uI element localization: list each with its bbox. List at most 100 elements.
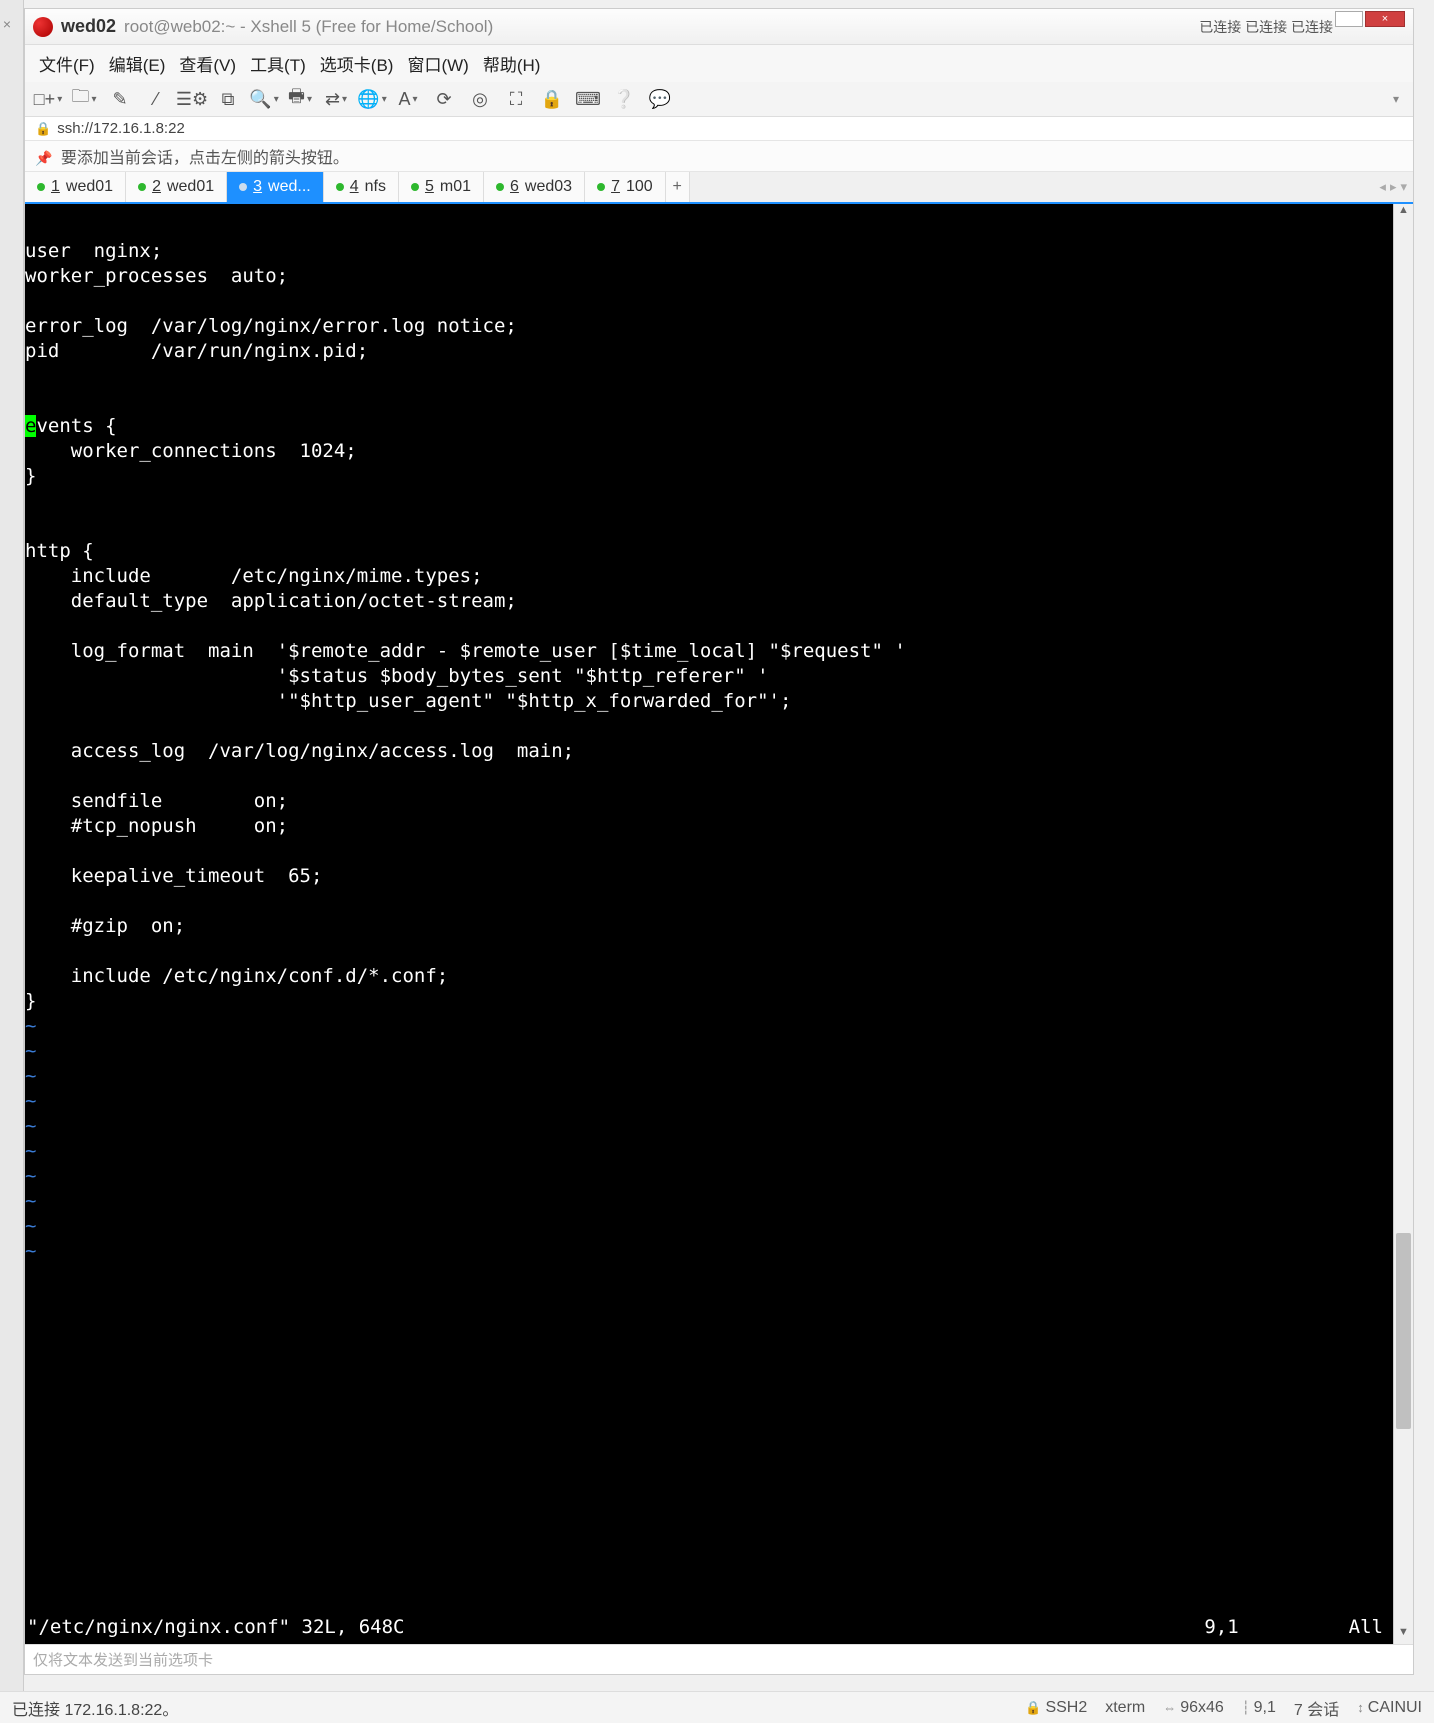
lock-status-icon: 🔒 [1025,1700,1041,1716]
tab-number: 4 [350,178,359,196]
status-pos: 9,1 [1254,1699,1276,1717]
status-ssh: SSH2 [1045,1699,1087,1717]
menu-item[interactable]: 窗口(W) [403,49,472,78]
lock-small-icon: 🔒 [35,121,51,137]
status-bar: 已连接 172.16.1.8:22。 🔒SSH2 xterm ⇔ 96x46 ┆9… [0,1691,1434,1723]
menu-item[interactable]: 文件(F) [35,49,99,78]
menu-item[interactable]: 工具(T) [246,49,310,78]
terminal[interactable]: user nginx; worker_processes auto; error… [25,204,1393,1644]
title-bar: wed02 root@web02:~ - Xshell 5 (Free for … [25,9,1413,45]
session-tab[interactable]: 6 wed03 [484,172,585,202]
tab-label: m01 [440,178,471,196]
font-icon[interactable]: A [395,86,421,112]
copy-icon[interactable]: ⧉ [215,86,241,112]
vim-file-status: "/etc/nginx/nginx.conf" 32L, 648C [25,1615,405,1640]
keyboard-icon[interactable]: ⌨ [575,86,601,112]
close-button[interactable]: × [1365,11,1405,27]
new-session-icon[interactable]: □+ [35,86,61,112]
title-path: root@web02:~ - Xshell 5 (Free for Home/S… [124,17,493,37]
scroll-track[interactable] [1394,222,1413,1626]
send-input[interactable]: 仅将文本发送到当前选项卡 [25,1644,1413,1674]
status-connection: 已连接 172.16.1.8:22。 [12,1696,178,1720]
address-bar[interactable]: 🔒 ssh://172.16.1.8:22 [25,117,1413,141]
tab-number: 3 [253,178,262,196]
tab-label: wed01 [167,178,214,196]
help-icon[interactable]: ❔ [611,86,637,112]
status-dot-icon [411,183,419,191]
session-tab[interactable]: 1 wed01 [25,172,126,202]
session-tab[interactable]: 5 m01 [399,172,484,202]
pin-icon[interactable]: 📌 [35,150,52,166]
search-icon[interactable]: 🔍 [251,86,277,112]
scroll-thumb[interactable] [1396,1233,1411,1430]
open-icon[interactable]: 🗀 [71,86,97,112]
app-logo-icon [33,17,53,37]
tab-label: nfs [365,178,386,196]
fullscreen-icon[interactable]: ⛶ [503,86,529,112]
session-tab[interactable]: 3 wed... [227,172,324,202]
tab-label: wed03 [525,178,572,196]
status-caps: CAINUI [1368,1699,1422,1717]
tab-number: 2 [152,178,161,196]
print-icon[interactable]: 🖶 [287,86,313,112]
scrollbar[interactable]: ▲ ▼ [1393,204,1413,1644]
tab-number: 7 [611,178,620,196]
tab-label: 100 [626,178,653,196]
status-sessions: 7 会话 [1294,1696,1339,1720]
minimize-button[interactable] [1335,11,1363,27]
left-gutter: × [0,0,24,1723]
tab-label: wed... [268,178,311,196]
hint-bar: 📌 要添加当前会话，点击左侧的箭头按钮。 [25,141,1413,172]
updown-icon: ↕ [1357,1700,1364,1715]
connection-status-text: 已连接 已连接 已连接 [1199,17,1333,37]
tab-number: 5 [425,178,434,196]
status-dot-icon [239,183,247,191]
session-tab[interactable]: 4 nfs [324,172,399,202]
status-dot-icon [336,183,344,191]
vim-scroll: All [1349,1615,1383,1640]
status-term: xterm [1105,1699,1145,1717]
session-tabs: 1 wed012 wed013 wed...4 nfs5 m016 wed037… [25,172,1413,204]
menu-item[interactable]: 选项卡(B) [316,49,398,78]
tab-next-icon[interactable]: ▸ [1390,179,1397,195]
app-window: wed02 root@web02:~ - Xshell 5 (Free for … [24,8,1414,1675]
chat-icon[interactable]: 💬 [647,86,673,112]
globe-icon[interactable]: 🌐 [359,86,385,112]
menu-bar: 文件(F)编辑(E)查看(V)工具(T)选项卡(B)窗口(W)帮助(H) [25,45,1413,82]
menu-item[interactable]: 查看(V) [175,49,240,78]
session-tab[interactable]: 7 100 [585,172,666,202]
hint-text: 要添加当前会话，点击左侧的箭头按钮。 [61,150,349,167]
close-edge-icon[interactable]: × [0,16,14,30]
toolbar: □+ 🗀 ✎ ⁄ ☰⚙ ⧉ 🔍 🖶 ⇄ 🌐 A ⟳ ◎ ⛶ 🔒 ⌨ ❔ 💬 ▾ [25,82,1413,117]
new-tab-button[interactable]: + [666,172,690,202]
toolbar-overflow-icon[interactable]: ▾ [1389,88,1403,110]
status-dot-icon [597,183,605,191]
scroll-up-icon[interactable]: ▲ [1394,204,1413,222]
target-icon[interactable]: ◎ [467,86,493,112]
tab-label: wed01 [66,178,113,196]
status-dot-icon [37,183,45,191]
tab-prev-icon[interactable]: ◂ [1379,179,1386,195]
edit-icon[interactable]: ✎ [107,86,133,112]
status-dot-icon [138,183,146,191]
address-text: ssh://172.16.1.8:22 [57,120,185,137]
properties-icon[interactable]: ☰⚙ [179,86,205,112]
size-icon: ⇔ [1163,1700,1176,1715]
session-tab[interactable]: 2 wed01 [126,172,227,202]
tab-menu-icon[interactable]: ▾ [1400,179,1407,195]
menu-item[interactable]: 帮助(H) [479,49,545,78]
pos-icon: ┆ [1242,1700,1250,1716]
tab-number: 6 [510,178,519,196]
status-size: 96x46 [1180,1699,1224,1717]
tab-number: 1 [51,178,60,196]
lock-icon[interactable]: 🔒 [539,86,565,112]
highlight-icon[interactable]: ⁄ [143,86,169,112]
refresh-icon[interactable]: ⟳ [431,86,457,112]
terminal-area: user nginx; worker_processes auto; error… [25,204,1413,1644]
status-dot-icon [496,183,504,191]
transfer-icon[interactable]: ⇄ [323,86,349,112]
vim-position: 9,1 [1204,1615,1238,1640]
menu-item[interactable]: 编辑(E) [105,49,170,78]
scroll-down-icon[interactable]: ▼ [1394,1626,1413,1644]
title-session-name: wed02 [61,16,116,37]
